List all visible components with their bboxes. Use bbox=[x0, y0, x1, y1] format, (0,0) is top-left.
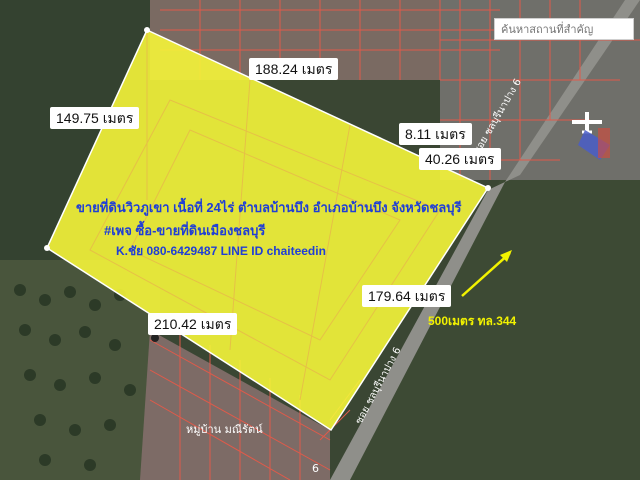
right-edge-measurement: 179.64 เมตร bbox=[362, 285, 452, 307]
bottom-edge-measurement: 210.42 เมตร bbox=[148, 313, 238, 335]
right-upper-measurement: 40.26 เมตร bbox=[419, 148, 501, 170]
aircraft-tail bbox=[598, 128, 610, 158]
distance-annotation: 500เมตร ทล.344 bbox=[428, 314, 517, 328]
notch-measurement: 8.11 เมตร bbox=[399, 123, 472, 145]
village-label: หมู่บ้าน มณีรัตน์ bbox=[186, 423, 263, 436]
top-edge-measurement: 188.24 เมตร bbox=[249, 58, 339, 80]
left-edge-measurement: 149.75 เมตร bbox=[50, 107, 140, 129]
place-search-input[interactable] bbox=[494, 18, 634, 40]
contact-info: K.ชัย 080-6429487 LINE ID chaiteedin bbox=[116, 244, 326, 258]
road-number-label: 6 bbox=[312, 462, 319, 475]
listing-title: ขายที่ดินวิวภูเขา เนื้อที่ 24ไร่ ตำบลบ้า… bbox=[76, 200, 462, 215]
facebook-page: #เพจ ซื้อ-ขายที่ดินเมืองชลบุรี bbox=[104, 223, 266, 238]
